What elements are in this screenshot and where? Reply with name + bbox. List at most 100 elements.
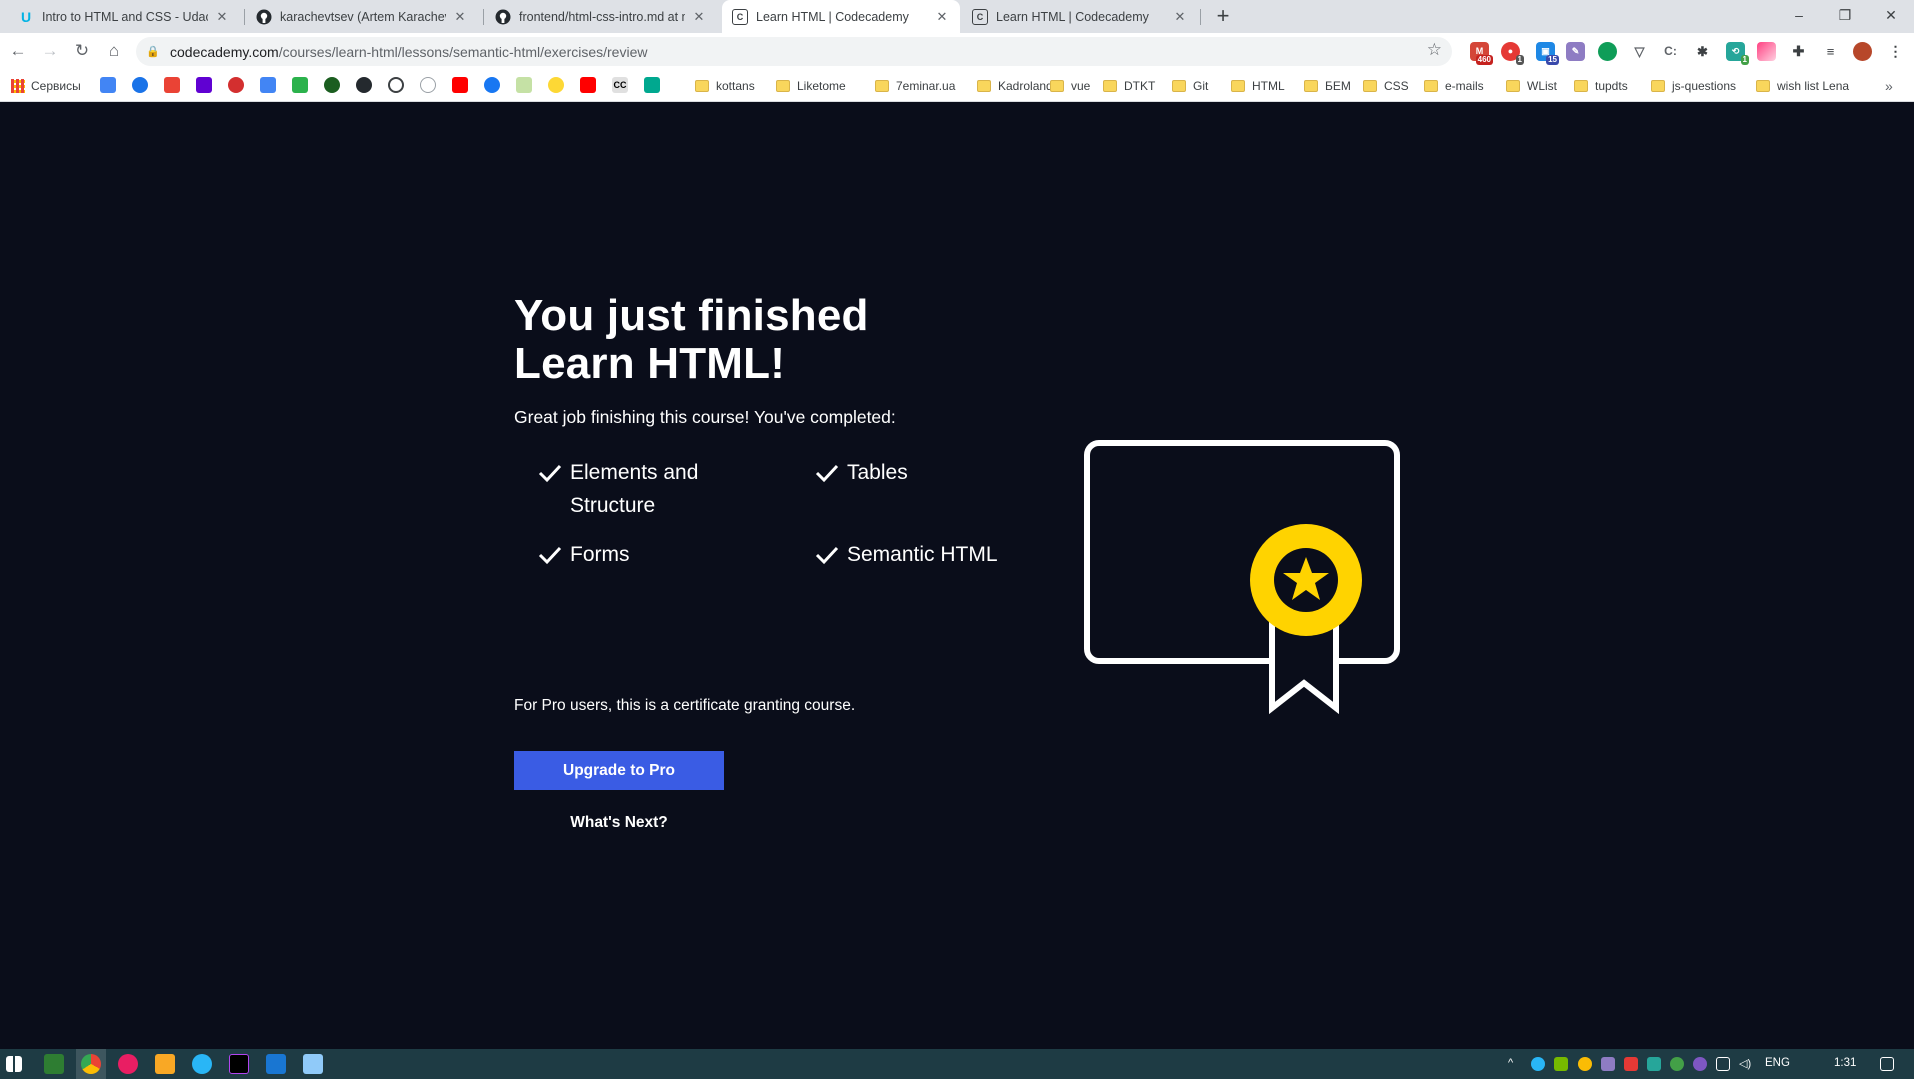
language-indicator[interactable]: ENG [1765, 1057, 1790, 1069]
yahoo-mail-bookmark-icon[interactable] [196, 77, 212, 93]
empty-circle-bookmark-icon[interactable] [420, 77, 436, 93]
tab-codecademy-active[interactable]: C Learn HTML | Codecademy ✕ [722, 0, 960, 33]
puzzle-bookmark-icon[interactable] [100, 77, 116, 93]
circle-arrow-bookmark-icon[interactable] [388, 77, 404, 93]
chrome-tray-icon[interactable] [1578, 1057, 1592, 1071]
close-window-button[interactable]: ✕ [1868, 0, 1914, 33]
code-extension-icon[interactable]: C: [1661, 42, 1680, 61]
bookmark-folder[interactable]: HTML [1231, 77, 1285, 95]
youtube-bookmark-icon-2[interactable] [580, 77, 596, 93]
photos-taskbar-icon[interactable] [266, 1054, 286, 1074]
terminal-taskbar-icon[interactable] [44, 1054, 64, 1074]
bookmark-folder[interactable]: CSS [1363, 77, 1409, 95]
bookmark-folder[interactable]: wish list Lena [1756, 77, 1849, 95]
bookmark-folder[interactable]: kottans [695, 77, 755, 95]
telegram-taskbar-icon[interactable] [192, 1054, 212, 1074]
notepad-taskbar-icon[interactable] [303, 1054, 323, 1074]
folder-icon [875, 80, 889, 92]
bookmark-folder[interactable]: DTKT [1103, 77, 1155, 95]
menu-icon[interactable]: ⋮ [1886, 42, 1905, 61]
folder-icon [695, 80, 709, 92]
address-bar[interactable]: 🔒 codecademy.com/courses/learn-html/less… [136, 37, 1452, 66]
restore-button[interactable]: ❐ [1822, 0, 1868, 33]
bookmark-folder[interactable]: tupdts [1574, 77, 1628, 95]
check-tray-icon[interactable] [1670, 1057, 1684, 1071]
puzzle-extensions-icon[interactable]: ✚ [1789, 42, 1808, 61]
ext-cyan-icon[interactable]: ▣ 15 [1536, 42, 1559, 65]
nvidia-tray-icon[interactable] [1554, 1057, 1568, 1071]
telegram-tray-icon[interactable] [1531, 1057, 1545, 1071]
tab-codecademy[interactable]: C Learn HTML | Codecademy ✕ [962, 0, 1198, 33]
bookmark-folder[interactable]: Git [1172, 77, 1208, 95]
windows-start-icon[interactable] [6, 1056, 22, 1072]
bookmark-folder[interactable]: Kadroland [977, 77, 1053, 95]
headphones-bookmark-icon[interactable] [228, 77, 244, 93]
teal-bookmark-icon[interactable] [644, 77, 660, 93]
translate-extension-icon[interactable]: ⟲ 1 [1726, 42, 1749, 65]
close-icon[interactable]: ✕ [1172, 9, 1188, 25]
close-icon[interactable]: ✕ [452, 9, 468, 25]
file-explorer-taskbar-icon[interactable] [155, 1054, 175, 1074]
volume-tray-icon[interactable]: ◁) [1739, 1057, 1753, 1071]
pink-app-taskbar-icon[interactable] [118, 1054, 138, 1074]
upgrade-to-pro-button[interactable]: Upgrade to Pro [514, 751, 724, 790]
green-circle-bookmark-icon[interactable] [324, 77, 340, 93]
gmail-bookmark-icon[interactable] [164, 77, 180, 93]
bookmark-folder[interactable]: БЕМ [1304, 77, 1351, 95]
gear-bookmark-icon[interactable] [132, 77, 148, 93]
youtube-bookmark-icon[interactable] [452, 77, 468, 93]
tab-title: Intro to HTML and CSS - Udacity [42, 9, 208, 24]
apps-bookmark[interactable]: Сервисы [11, 77, 81, 95]
bookmark-folder[interactable]: vue [1050, 77, 1090, 95]
mail-extension-icon[interactable]: M 460 [1470, 42, 1493, 65]
tab-udacity[interactable]: U Intro to HTML and CSS - Udacity ✕ [8, 0, 240, 33]
notifications-icon[interactable] [1880, 1057, 1894, 1071]
new-tab-button[interactable]: + [1210, 4, 1236, 30]
viber-tray-icon[interactable] [1693, 1057, 1707, 1071]
back-button[interactable]: ← [6, 39, 30, 63]
gradient-extension-icon[interactable] [1757, 42, 1776, 61]
bookmark-star-icon[interactable]: ☆ [1427, 40, 1442, 60]
feedly-bookmark-icon[interactable] [292, 77, 308, 93]
avatar[interactable] [1853, 42, 1872, 61]
tab-github-profile[interactable]: karachevtsev (Artem Karachevtsev) ✕ [246, 0, 478, 33]
windows-taskbar: ^ ◁) ENG 1:31 [0, 1049, 1914, 1079]
tab-github-file[interactable]: frontend/html-css-intro.md at m ✕ [485, 0, 717, 33]
forward-button[interactable]: → [38, 39, 62, 63]
blue-p-bookmark-icon[interactable] [484, 77, 500, 93]
bookmark-folder[interactable]: js-questions [1651, 77, 1736, 95]
clock[interactable]: 1:31 [1834, 1057, 1856, 1069]
teal-tray-icon[interactable] [1647, 1057, 1661, 1071]
more-bookmarks-icon[interactable]: » [1885, 78, 1893, 94]
filter-extension-icon[interactable]: ▽ [1630, 42, 1649, 61]
pen-extension-icon[interactable]: ✎ [1566, 42, 1585, 61]
green-extension-icon[interactable] [1598, 42, 1617, 61]
minimize-button[interactable]: – [1776, 0, 1822, 33]
network-tray-icon[interactable] [1716, 1057, 1730, 1071]
chart-bookmark-icon[interactable] [516, 77, 532, 93]
translate-bookmark-icon[interactable] [260, 77, 276, 93]
bug-extension-icon[interactable]: ✱ [1693, 42, 1712, 61]
red-tray-icon[interactable] [1624, 1057, 1638, 1071]
close-icon[interactable]: ✕ [214, 9, 230, 25]
whats-next-link[interactable]: What's Next? [514, 814, 724, 832]
close-icon[interactable]: ✕ [934, 9, 950, 25]
tray-overflow-icon[interactable]: ^ [1508, 1057, 1522, 1071]
cc-bookmark-icon[interactable]: CC [612, 77, 628, 93]
pen-tray-icon[interactable] [1601, 1057, 1615, 1071]
reload-button[interactable]: ↻ [70, 39, 94, 63]
reading-list-icon[interactable]: ≡ [1821, 42, 1840, 61]
phpstorm-taskbar-icon[interactable] [229, 1054, 249, 1074]
bookmark-folder[interactable]: WList [1506, 77, 1557, 95]
ext-red-icon[interactable]: ● 1 [1501, 42, 1524, 65]
github-bookmark-icon[interactable] [356, 77, 372, 93]
home-button[interactable]: ⌂ [102, 39, 126, 63]
bookmark-folder[interactable]: Liketome [776, 77, 846, 95]
bookmark-folder[interactable]: 7eminar.ua [875, 77, 955, 95]
bookmark-folder[interactable]: e-mails [1424, 77, 1484, 95]
chrome-taskbar-icon[interactable] [81, 1054, 101, 1074]
pro-certificate-note: For Pro users, this is a certificate gra… [514, 697, 856, 714]
close-icon[interactable]: ✕ [691, 9, 707, 25]
coin-bookmark-icon[interactable] [548, 77, 564, 93]
udacity-icon: U [20, 8, 32, 25]
